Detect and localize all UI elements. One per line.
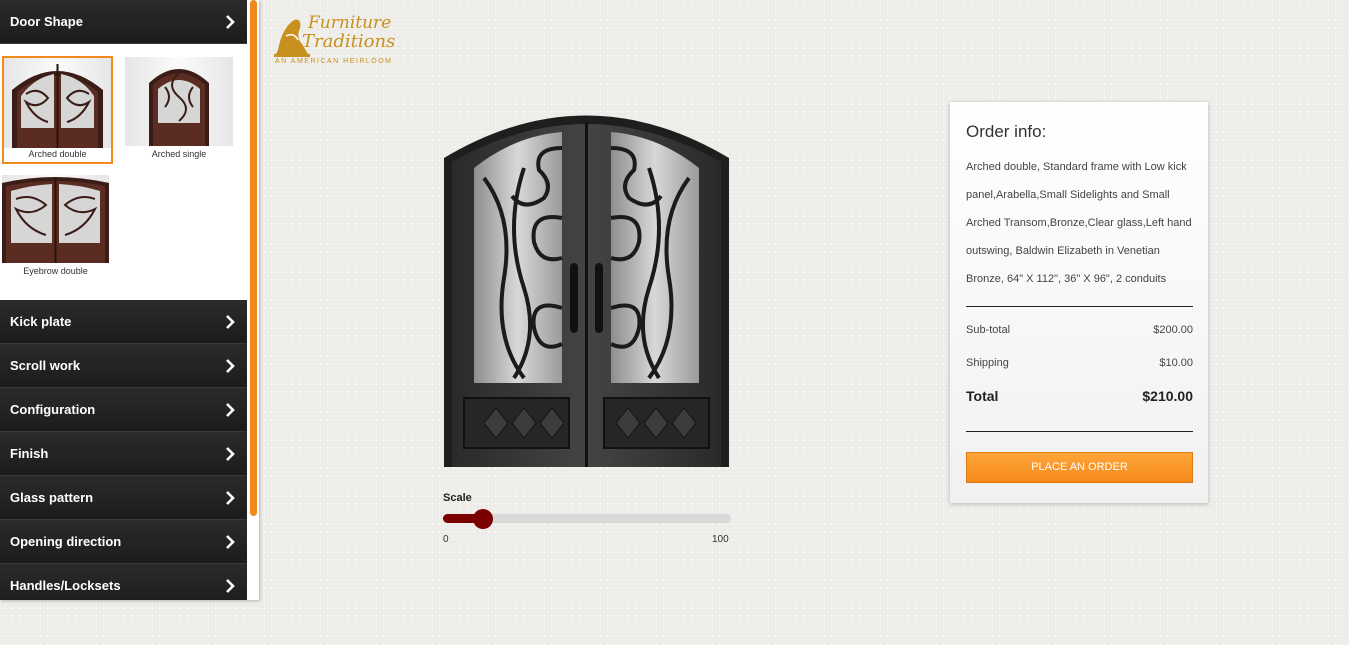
scale-label: Scale <box>443 492 472 504</box>
subtotal-value: $200.00 <box>1153 324 1193 336</box>
accordion-opening-direction[interactable]: Opening direction <box>0 520 247 564</box>
logo-line1: Furniture <box>308 13 392 33</box>
accordion-handles-locksets-label: Handles/Locksets <box>10 578 121 593</box>
chevron-right-icon <box>226 578 235 593</box>
accordion-glass-pattern-label: Glass pattern <box>10 490 94 505</box>
total-label: Total <box>966 388 999 404</box>
scale-max-label: 100 <box>712 534 729 545</box>
scale-slider-thumb[interactable] <box>473 509 493 529</box>
accordion-opening-direction-label: Opening direction <box>10 534 122 549</box>
arched-single-caption: Arched single <box>151 149 207 159</box>
arched-double-thumbnail <box>4 58 111 148</box>
chevron-right-icon <box>226 314 235 329</box>
accordion-finish-label: Finish <box>10 446 49 461</box>
shipping-row: Shipping $10.00 <box>966 357 1193 369</box>
accordion-handles-locksets[interactable]: Handles/Locksets <box>0 564 247 600</box>
accordion-scroll-work[interactable]: Scroll work <box>0 344 247 388</box>
accordion-door-shape[interactable]: Door Shape <box>0 0 247 44</box>
order-description: Arched double, Standard frame with Low k… <box>966 161 1192 285</box>
logo-line2: Traditions <box>302 31 396 52</box>
subtotal-row: Sub-total $200.00 <box>966 324 1193 336</box>
shipping-value: $10.00 <box>1159 357 1193 369</box>
accordion-door-shape-label: Door Shape <box>10 14 83 29</box>
eyebrow-double-caption: Eyebrow double <box>23 266 88 276</box>
total-row: Total $210.00 <box>966 388 1193 404</box>
shipping-label: Shipping <box>966 357 1009 369</box>
accordion-finish[interactable]: Finish <box>0 432 247 476</box>
place-order-button[interactable]: PLACE AN ORDER <box>966 452 1193 483</box>
subtotal-label: Sub-total <box>966 324 1011 336</box>
chevron-right-icon <box>226 534 235 549</box>
order-info-card: Order info: Arched double, Standard fram… <box>950 102 1208 503</box>
accordion-kick-plate-label: Kick plate <box>10 314 72 329</box>
door-preview-image <box>444 108 729 467</box>
order-divider-top <box>966 306 1193 307</box>
accordion-scroll-work-label: Scroll work <box>10 358 81 373</box>
accordion-configuration[interactable]: Configuration <box>0 388 247 432</box>
chevron-right-icon <box>226 358 235 373</box>
sidebar-scrollbar[interactable] <box>250 0 257 516</box>
shape-option-arched-single[interactable]: Arched single <box>125 57 233 163</box>
chevron-right-icon <box>226 402 235 417</box>
accordion-kick-plate[interactable]: Kick plate <box>0 300 247 344</box>
order-info-title: Order info: <box>966 122 1047 141</box>
chevron-right-icon <box>226 14 235 29</box>
accordion-configuration-label: Configuration <box>10 402 96 417</box>
arched-double-caption: Arched double <box>28 149 87 159</box>
total-value: $210.00 <box>1142 388 1193 404</box>
accordion-glass-pattern[interactable]: Glass pattern <box>0 476 247 520</box>
order-divider-bottom <box>966 431 1193 432</box>
chevron-right-icon <box>226 446 235 461</box>
arched-single-thumbnail <box>125 57 233 146</box>
chevron-right-icon <box>226 490 235 505</box>
options-sidebar: Door Shape Arched double Arched single E… <box>0 0 259 600</box>
furniture-traditions-logo[interactable]: Furniture Traditions AN AMERICAN HEIRLOO… <box>272 14 407 70</box>
shape-option-eyebrow-double[interactable]: Eyebrow double <box>2 175 109 281</box>
shape-option-arched-double[interactable]: Arched double <box>2 56 113 164</box>
logo-tagline: AN AMERICAN HEIRLOOM <box>275 58 393 65</box>
scale-min-label: 0 <box>443 534 449 545</box>
scale-slider[interactable] <box>443 509 731 529</box>
eyebrow-double-thumbnail <box>2 175 109 263</box>
